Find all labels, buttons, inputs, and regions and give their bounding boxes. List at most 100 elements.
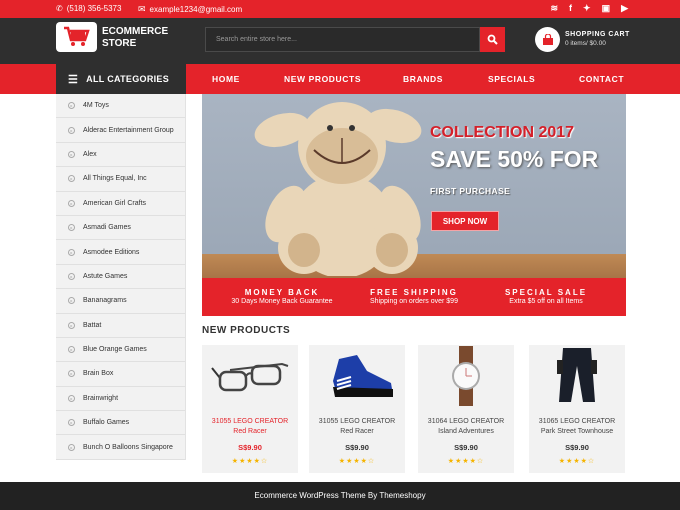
facebook-icon[interactable]: f [569,3,572,14]
category-sidebar: ▸ 4M Toys ▸ Alderac Entertainment Group ▸ A… [56,94,186,460]
category-item[interactable]: ▸ Astute Games [56,265,185,290]
product-card[interactable]: 31055 LEGO CREATOR Red Racer S$9.90 ★★★★☆ [202,345,298,473]
star-rating-icon: ★★★★☆ [558,458,596,465]
circle-arrow-icon: ▸ [68,248,75,256]
product-price: S$9.90 [454,443,478,452]
banner-subtitle: FIRST PURCHASE [430,186,511,196]
logo-text: ECOMMERCE STORE [102,26,168,50]
category-item[interactable]: ▸ Brain Box [56,362,185,387]
logo-line-1: ECOMMERCE [102,26,169,37]
product-image-watch[interactable] [418,345,514,407]
product-image-trousers[interactable] [529,345,625,407]
search-icon [487,34,498,45]
circle-arrow-icon: ▸ [68,346,75,354]
nav-brands[interactable]: BRANDS [403,74,443,84]
feature-free-shipping: FREE SHIPPING Shipping on orders over $99 [370,288,458,305]
product-price: S$9.90 [565,443,589,452]
logo[interactable] [56,22,97,52]
category-item[interactable]: ▸ Battat [56,314,185,338]
product-image-sneaker[interactable] [309,345,405,407]
product-image-glasses[interactable] [202,345,298,407]
cart-logo-icon [63,26,90,46]
phone-contact[interactable]: ✆ (518) 356-5373 [56,4,121,13]
product-price: S$9.90 [345,443,369,452]
category-item[interactable]: ▸ Bananagrams [56,289,185,314]
instagram-icon[interactable]: ▣ [602,3,611,14]
circle-arrow-icon: ▸ [68,394,75,402]
category-item[interactable]: ▸ Asmadi Games [56,216,185,241]
circle-arrow-icon: ▸ [68,199,75,207]
youtube-icon[interactable]: ▶ [621,3,628,14]
menu-icon: ☰ [68,73,79,86]
all-categories-label: ALL CATEGORIES [86,74,170,84]
footer: Ecommerce WordPress Theme By Themeshopy [0,482,680,510]
section-title: NEW PRODUCTS [202,325,291,336]
category-item[interactable]: ▸ Buffalo Games [56,411,185,436]
product-name[interactable]: 31055 LEGO CREATOR Red Racer [309,417,405,437]
circle-arrow-icon: ▸ [68,297,75,305]
category-item[interactable]: ▸ Alderac Entertainment Group [56,118,185,143]
nav-specials[interactable]: SPECIALS [488,74,535,84]
email-contact[interactable]: ✉ example1234@gmail.com [138,4,242,15]
shopping-cart-button[interactable] [535,27,560,52]
circle-arrow-icon: ▸ [68,126,75,134]
star-rating-icon: ★★★★☆ [447,458,485,465]
circle-arrow-icon: ▸ [68,272,75,280]
search-button[interactable] [480,27,505,52]
category-item[interactable]: ▸ Blue Orange Games [56,338,185,363]
social-links: ≋ f ✦ ▣ ▶ [550,3,628,14]
nav-contact[interactable]: CONTACT [579,74,624,84]
nav-new-products[interactable]: NEW PRODUCTS [284,74,361,84]
circle-arrow-icon: ▸ [68,321,75,329]
category-item[interactable]: ▸ American Girl Crafts [56,192,185,216]
cart-summary: 0 items/ $0.00 [565,40,606,47]
category-item[interactable]: ▸ 4M Toys [56,94,185,119]
plush-sheep-image [254,102,422,276]
search-placeholder: Search entire store here... [216,36,297,43]
product-card[interactable]: 31064 LEGO CREATOR Island Adventures S$9.… [418,345,514,473]
header: ECOMMERCE STORE Search entire store here… [0,18,680,64]
features-strip: MONEY BACK 30 Days Money Back Guarantee F… [202,278,626,316]
rss-icon[interactable]: ≋ [550,3,558,14]
mail-icon: ✉ [138,4,146,14]
shop-now-button[interactable]: SHOP NOW [431,211,499,231]
product-card[interactable]: 31065 LEGO CREATOR Park Street Townhouse … [529,345,625,473]
category-item[interactable]: ▸ Brainwright [56,387,185,412]
product-name[interactable]: 31055 LEGO CREATOR Red Racer [202,417,298,437]
circle-arrow-icon: ▸ [68,102,75,110]
logo-line-2: STORE [102,38,137,49]
circle-arrow-icon: ▸ [68,224,75,232]
search-input[interactable]: Search entire store here... [205,27,480,52]
phone-number: (518) 356-5373 [66,4,122,13]
product-name[interactable]: 31065 LEGO CREATOR Park Street Townhouse [529,417,625,437]
circle-arrow-icon: ▸ [68,175,75,183]
all-categories-toggle[interactable]: ☰ ALL CATEGORIES [56,64,186,94]
twitter-icon[interactable]: ✦ [583,3,591,14]
footer-credit[interactable]: Ecommerce WordPress Theme By Themeshopy [254,491,425,500]
circle-arrow-icon: ▸ [68,150,75,158]
email-address: example1234@gmail.com [149,5,243,14]
star-rating-icon: ★★★★☆ [338,458,376,465]
feature-money-back: MONEY BACK 30 Days Money Back Guarantee [231,288,333,305]
product-card[interactable]: 31055 LEGO CREATOR Red Racer S$9.90 ★★★★☆ [309,345,405,473]
banner-title: COLLECTION 2017 [430,124,575,141]
top-bar: ✆ (518) 356-5373 ✉ example1234@gmail.com… [0,0,680,18]
banner-headline: SAVE 50% FOR [430,146,599,172]
category-item[interactable]: ▸ All Things Equal, Inc [56,167,185,192]
circle-arrow-icon: ▸ [68,370,75,378]
phone-icon: ✆ [56,4,63,13]
star-rating-icon: ★★★★☆ [231,458,269,465]
category-item[interactable]: ▸ Bunch O Balloons Singapore [56,435,185,460]
circle-arrow-icon: ▸ [68,419,75,427]
feature-special-sale: SPECIAL SALE Extra $5 off on all Items [504,288,588,305]
category-item[interactable]: ▸ Alex [56,143,185,168]
hero-banner: COLLECTION 2017 SAVE 50% FOR FIRST PURCH… [202,94,626,278]
product-name[interactable]: 31064 LEGO CREATOR Island Adventures [418,417,514,437]
nav-home[interactable]: HOME [212,74,240,84]
category-item[interactable]: ▸ Asmodee Editions [56,240,185,265]
main-nav: ☰ ALL CATEGORIES HOME NEW PRODUCTS BRAND… [0,64,680,94]
circle-arrow-icon: ▸ [68,443,75,451]
shopping-bag-icon [542,33,553,45]
product-price: S$9.90 [238,443,262,452]
cart-title[interactable]: SHOPPING CART [565,31,630,38]
